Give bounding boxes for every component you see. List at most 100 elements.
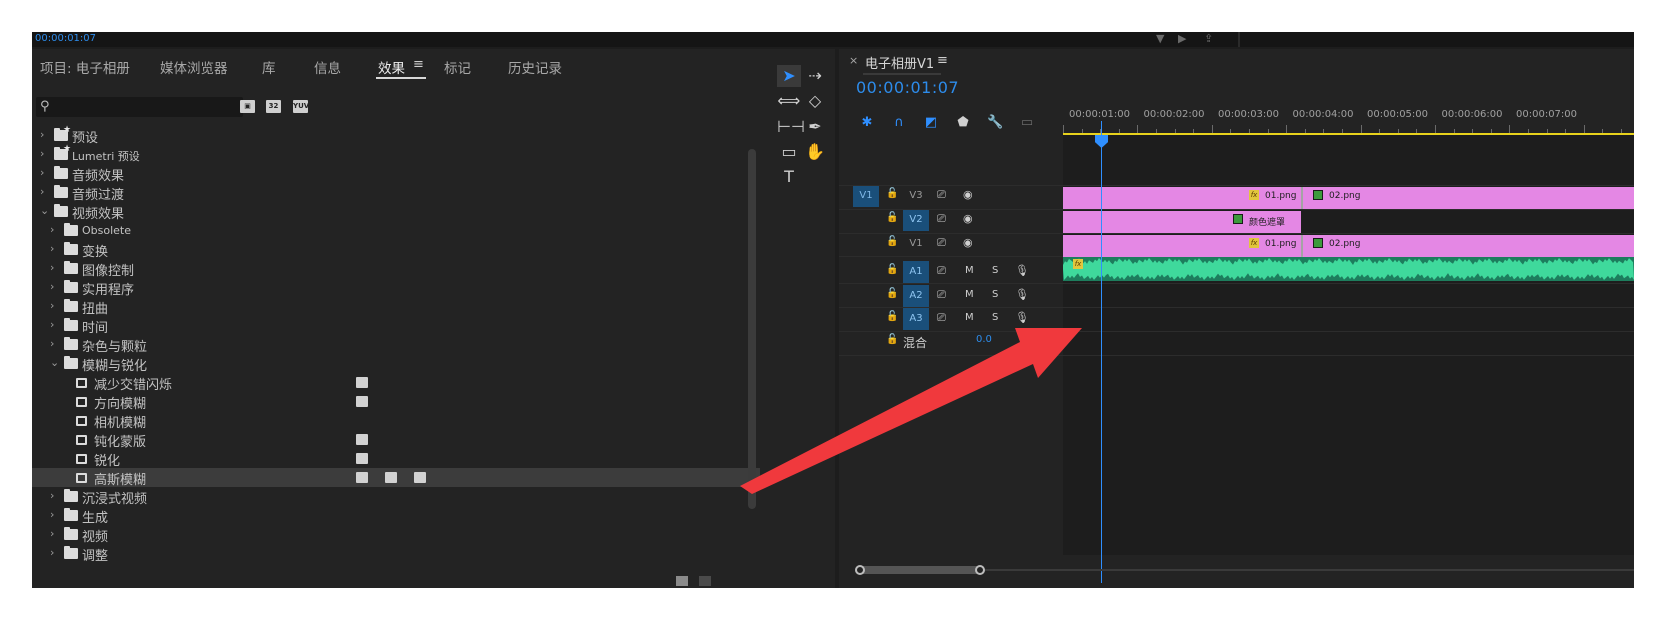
effect-item[interactable]: 减少交错闪烁: [32, 373, 760, 393]
solo-button[interactable]: S: [992, 265, 998, 276]
video-clip[interactable]: 02.png: [1303, 187, 1634, 209]
add-marker-icon[interactable]: ⬟: [955, 115, 971, 131]
chevron-right-icon[interactable]: ›: [50, 280, 54, 293]
folder-item[interactable]: › 变换: [32, 240, 760, 260]
folder-item[interactable]: › 音频效果: [32, 164, 760, 184]
timeline-horizontal-scrollbar[interactable]: [855, 565, 1634, 575]
filter-icon[interactable]: ▼: [1156, 32, 1164, 45]
solo-button[interactable]: S: [992, 289, 998, 300]
linked-selection-icon[interactable]: ◩: [923, 115, 939, 131]
chevron-right-icon[interactable]: ›: [40, 185, 44, 198]
tab-libraries[interactable]: 库: [262, 57, 276, 77]
track-target-button[interactable]: V2: [903, 209, 929, 231]
chevron-right-icon[interactable]: ›: [50, 527, 54, 540]
chevron-right-icon[interactable]: ›: [50, 489, 54, 502]
tab-markers[interactable]: 标记: [444, 57, 471, 77]
chevron-right-icon[interactable]: ›: [50, 546, 54, 559]
microphone-icon[interactable]: 🎙: [1015, 264, 1029, 277]
32bit-effects-filter[interactable]: 32: [266, 100, 281, 113]
ripple-edit-tool-icon[interactable]: ⟺: [777, 90, 801, 112]
nest-icon[interactable]: ✱: [859, 115, 875, 131]
folder-item[interactable]: › 扭曲: [32, 297, 760, 317]
folder-item[interactable]: ⌄ 模糊与锐化: [32, 354, 760, 374]
chevron-right-icon[interactable]: ›: [50, 337, 54, 350]
rectangle-tool-icon[interactable]: ▭: [777, 141, 801, 163]
chevron-right-icon[interactable]: ›: [50, 261, 54, 274]
folder-item[interactable]: › ★ 预设: [32, 125, 760, 146]
effect-item[interactable]: 相机模糊: [32, 411, 760, 431]
chevron-right-icon[interactable]: ›: [50, 242, 54, 255]
track-target-button[interactable]: A2: [903, 285, 929, 307]
sync-lock-icon[interactable]: ⎚: [937, 311, 946, 325]
sync-lock-icon[interactable]: ⎚: [937, 288, 946, 302]
hand-tool-icon[interactable]: ✋: [803, 141, 827, 163]
lock-icon[interactable]: 🔓: [886, 264, 898, 275]
tree-scrollbar[interactable]: [748, 149, 756, 509]
chevron-right-icon[interactable]: ›: [50, 223, 54, 236]
eye-icon[interactable]: ◉: [963, 212, 973, 225]
yuv-effects-filter[interactable]: YUV: [293, 100, 309, 113]
delete-icon[interactable]: [699, 576, 711, 586]
folder-item[interactable]: › ★ Lumetri 预设: [32, 144, 760, 164]
folder-item[interactable]: › 沉浸式视频: [32, 487, 760, 507]
chevron-right-icon[interactable]: ›: [50, 299, 54, 312]
video-clip[interactable]: fx 01.png: [1063, 235, 1301, 257]
mute-button[interactable]: M: [965, 289, 974, 300]
mute-button[interactable]: M: [965, 265, 974, 276]
effect-item[interactable]: 钝化蒙版: [32, 430, 760, 450]
wrench-icon[interactable]: 🔧: [987, 115, 1003, 131]
play-icon[interactable]: ▶: [1178, 32, 1186, 45]
chevron-right-icon[interactable]: ›: [40, 147, 44, 160]
effects-search-input[interactable]: ⚲: [36, 97, 243, 117]
panel-menu-icon[interactable]: ≡: [413, 57, 424, 72]
folder-item[interactable]: › 调整: [32, 544, 760, 564]
chevron-right-icon[interactable]: ›: [50, 508, 54, 521]
lock-icon[interactable]: 🔓: [886, 288, 898, 299]
mute-button[interactable]: M: [965, 312, 974, 323]
microphone-icon[interactable]: 🎙: [1015, 311, 1029, 324]
folder-item[interactable]: ⌄ 视频效果: [32, 202, 760, 222]
eye-icon[interactable]: ◉: [963, 236, 973, 249]
tab-history[interactable]: 历史记录: [508, 57, 562, 77]
scroll-thumb[interactable]: [855, 566, 983, 574]
sync-lock-icon[interactable]: ⎚: [937, 212, 946, 226]
folder-item[interactable]: › 时间: [32, 316, 760, 336]
folder-item[interactable]: › 杂色与颗粒: [32, 335, 760, 355]
folder-item[interactable]: › 图像控制: [32, 259, 760, 279]
type-tool-icon[interactable]: T: [777, 166, 801, 188]
sync-lock-icon[interactable]: ⎚: [937, 264, 946, 278]
folder-item[interactable]: › 生成: [32, 506, 760, 526]
sequence-tab[interactable]: 电子相册V1: [865, 53, 934, 72]
lock-icon[interactable]: 🔓: [886, 236, 898, 247]
sync-lock-icon[interactable]: ⎚: [937, 236, 946, 250]
effect-item[interactable]: 高斯模糊: [32, 468, 760, 488]
new-bin-icon[interactable]: [676, 576, 688, 586]
playhead-line[interactable]: [1101, 121, 1102, 583]
color-matte-clip[interactable]: 颜色遮罩: [1063, 211, 1301, 233]
tab-effects[interactable]: 效果: [378, 57, 405, 77]
folder-item[interactable]: › 实用程序: [32, 278, 760, 298]
video-clip[interactable]: 02.png: [1303, 235, 1634, 257]
sync-lock-icon[interactable]: ⎚: [937, 188, 946, 202]
export-icon[interactable]: ⇪: [1204, 32, 1213, 45]
selection-tool-icon[interactable]: ➤: [777, 65, 801, 87]
lock-icon[interactable]: 🔓: [886, 188, 898, 199]
track-target-button[interactable]: A1: [903, 261, 929, 283]
chevron-right-icon[interactable]: ›: [40, 128, 44, 141]
accelerated-effects-filter[interactable]: ▣: [240, 100, 255, 113]
mix-go-to-icon[interactable]: ⧓: [1043, 334, 1054, 347]
chevron-right-icon[interactable]: ›: [40, 166, 44, 179]
track-target-button[interactable]: A3: [903, 308, 929, 330]
time-ruler[interactable]: 00:00:01:00 00:00:02:00 00:00:03:00 00:00:0…: [1063, 101, 1634, 134]
scroll-start-handle[interactable]: [855, 565, 865, 575]
mix-volume-value[interactable]: 0.0: [976, 334, 992, 345]
track-target-button[interactable]: V3: [903, 185, 929, 207]
source-patch-button[interactable]: V1: [853, 185, 879, 207]
audio-clip[interactable]: fx: [1063, 257, 1634, 281]
folder-item[interactable]: › 视频: [32, 525, 760, 545]
captions-icon[interactable]: ▭: [1019, 115, 1035, 131]
close-icon[interactable]: ×: [849, 54, 858, 67]
lock-icon[interactable]: 🔓: [886, 334, 898, 345]
sequence-menu-icon[interactable]: ≡: [937, 53, 948, 68]
tab-project[interactable]: 项目: 电子相册: [40, 57, 130, 77]
